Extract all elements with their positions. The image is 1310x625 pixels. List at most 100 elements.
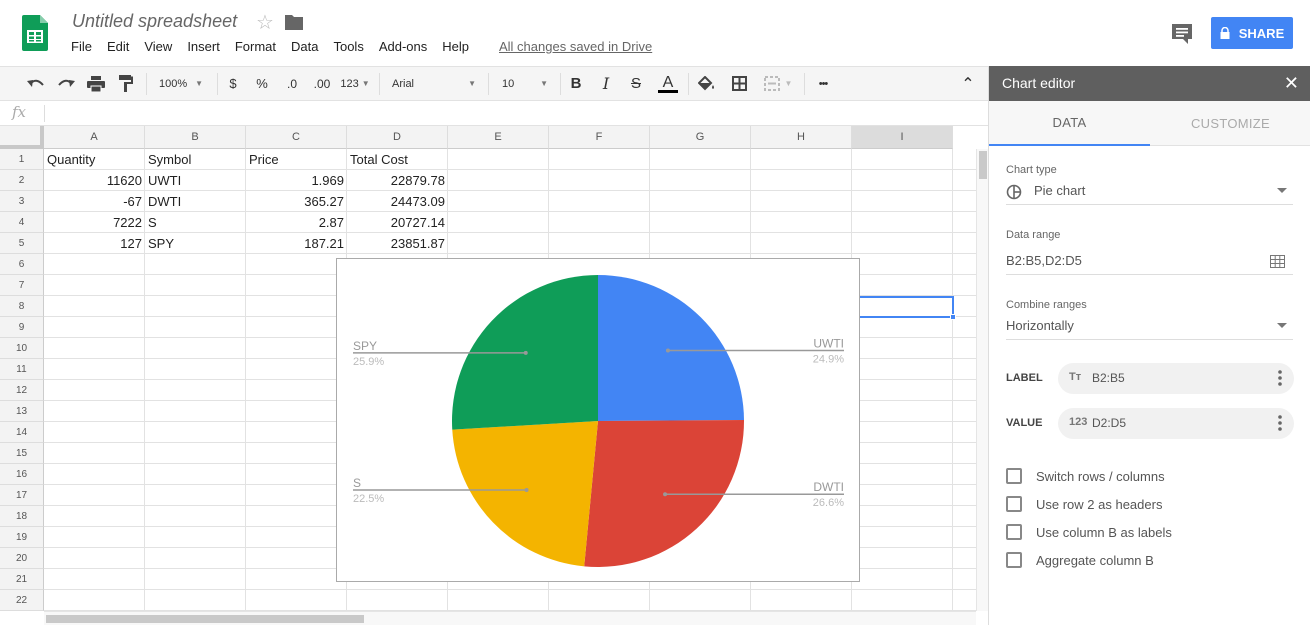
more-formats-button[interactable]: 123 ▼ xyxy=(338,67,372,100)
combine-ranges-select[interactable]: Horizontally xyxy=(1006,314,1293,340)
menu-addons[interactable]: Add-ons xyxy=(379,39,427,54)
label-range-chip[interactable]: Tт B2:B5 xyxy=(1058,363,1294,394)
row-header-13[interactable]: 13 xyxy=(0,401,44,422)
more-vert-icon[interactable] xyxy=(1278,414,1282,432)
redo-icon[interactable] xyxy=(52,67,80,100)
column-header-d[interactable]: D xyxy=(347,126,448,149)
cell-C3[interactable]: 365.27 xyxy=(246,191,347,212)
row-header-1[interactable]: 1 xyxy=(0,149,44,170)
font-size-select[interactable]: 10 ▼ xyxy=(495,67,555,100)
column-header-c[interactable]: C xyxy=(246,126,347,149)
currency-format-button[interactable]: $ xyxy=(222,67,244,100)
row-header-22[interactable]: 22 xyxy=(0,590,44,611)
comment-icon[interactable] xyxy=(1171,23,1193,45)
column-header-b[interactable]: B xyxy=(145,126,246,149)
cell-A5[interactable]: 127 xyxy=(44,233,145,254)
fill-handle[interactable] xyxy=(950,314,956,320)
column-header-f[interactable]: F xyxy=(549,126,650,149)
more-vert-icon[interactable] xyxy=(1278,369,1282,387)
menu-data[interactable]: Data xyxy=(291,39,318,54)
row-header-16[interactable]: 16 xyxy=(0,464,44,485)
select-all-corner[interactable] xyxy=(0,126,44,149)
pie-slice-uwti[interactable] xyxy=(598,275,744,421)
menu-help[interactable]: Help xyxy=(442,39,469,54)
italic-button[interactable]: I xyxy=(595,67,617,100)
checkbox-unchecked-icon[interactable] xyxy=(1006,496,1022,512)
cell-D1[interactable]: Total Cost xyxy=(347,149,411,170)
row-header-6[interactable]: 6 xyxy=(0,254,44,275)
vertical-scrollbar[interactable] xyxy=(976,149,988,611)
cell-B1[interactable]: Symbol xyxy=(145,149,194,170)
row-header-17[interactable]: 17 xyxy=(0,485,44,506)
cell-A4[interactable]: 7222 xyxy=(44,212,145,233)
cell-D4[interactable]: 20727.14 xyxy=(347,212,448,233)
document-title[interactable]: Untitled spreadsheet xyxy=(72,11,237,32)
folder-icon[interactable] xyxy=(285,14,303,30)
menu-edit[interactable]: Edit xyxy=(107,39,129,54)
menu-tools[interactable]: Tools xyxy=(333,39,363,54)
row-header-19[interactable]: 19 xyxy=(0,527,44,548)
more-options-icon[interactable]: ••• xyxy=(810,67,836,100)
paint-format-icon[interactable] xyxy=(112,67,140,100)
row-header-4[interactable]: 4 xyxy=(0,212,44,233)
menu-format[interactable]: Format xyxy=(235,39,276,54)
cell-A2[interactable]: 11620 xyxy=(44,170,145,191)
horizontal-scroll-thumb[interactable] xyxy=(46,615,364,623)
row-header-2[interactable]: 2 xyxy=(0,170,44,191)
row-header-21[interactable]: 21 xyxy=(0,569,44,590)
data-range-input[interactable]: B2:B5,D2:D5 xyxy=(1006,249,1293,275)
cell-D5[interactable]: 23851.87 xyxy=(347,233,448,254)
column-header-i[interactable]: I xyxy=(852,126,953,149)
font-select[interactable]: Arial ▼ xyxy=(386,67,482,100)
menu-file[interactable]: File xyxy=(71,39,92,54)
chart-type-select[interactable]: Pie chart xyxy=(1006,179,1293,205)
row-header-12[interactable]: 12 xyxy=(0,380,44,401)
cell-D3[interactable]: 24473.09 xyxy=(347,191,448,212)
tab-data[interactable]: DATA xyxy=(989,101,1150,146)
strikethrough-button[interactable]: S xyxy=(625,67,647,100)
checkbox-unchecked-icon[interactable] xyxy=(1006,524,1022,540)
menu-insert[interactable]: Insert xyxy=(187,39,220,54)
cell-B2[interactable]: UWTI xyxy=(145,170,184,191)
column-header-h[interactable]: H xyxy=(751,126,852,149)
cell-B3[interactable]: DWTI xyxy=(145,191,184,212)
increase-decimals-button[interactable]: .00 xyxy=(308,67,336,100)
fill-color-icon[interactable] xyxy=(694,67,720,100)
row-header-15[interactable]: 15 xyxy=(0,443,44,464)
borders-icon[interactable] xyxy=(726,67,752,100)
undo-icon[interactable] xyxy=(22,67,50,100)
column-header-a[interactable]: A xyxy=(44,126,145,149)
tab-customize[interactable]: CUSTOMIZE xyxy=(1150,101,1310,146)
percent-format-button[interactable]: % xyxy=(251,67,273,100)
row-header-7[interactable]: 7 xyxy=(0,275,44,296)
grid-select-icon[interactable] xyxy=(1270,255,1285,268)
horizontal-scrollbar[interactable] xyxy=(44,611,976,625)
column-header-e[interactable]: E xyxy=(448,126,549,149)
collapse-toolbar-icon[interactable]: ⌃ xyxy=(956,67,980,100)
sheets-logo-icon[interactable] xyxy=(22,15,48,51)
row-header-10[interactable]: 10 xyxy=(0,338,44,359)
pie-slice-s[interactable] xyxy=(452,421,598,567)
cell-C4[interactable]: 2.87 xyxy=(246,212,347,233)
cell-B5[interactable]: SPY xyxy=(145,233,177,254)
cell-B4[interactable]: S xyxy=(145,212,160,233)
cell-selection[interactable] xyxy=(858,296,954,318)
save-status-link[interactable]: All changes saved in Drive xyxy=(499,39,652,54)
checkbox-unchecked-icon[interactable] xyxy=(1006,468,1022,484)
formula-input[interactable] xyxy=(50,105,980,122)
cell-C2[interactable]: 1.969 xyxy=(246,170,347,191)
print-icon[interactable] xyxy=(82,67,110,100)
bold-button[interactable]: B xyxy=(565,67,587,100)
decrease-decimals-button[interactable]: .0 xyxy=(280,67,304,100)
close-icon[interactable]: ✕ xyxy=(1284,73,1299,94)
cell-C5[interactable]: 187.21 xyxy=(246,233,347,254)
merge-cells-icon[interactable]: ▼ xyxy=(757,67,799,100)
value-range-chip[interactable]: 123 D2:D5 xyxy=(1058,408,1294,439)
row-header-5[interactable]: 5 xyxy=(0,233,44,254)
row-header-8[interactable]: 8 xyxy=(0,296,44,317)
row-header-20[interactable]: 20 xyxy=(0,548,44,569)
row-header-14[interactable]: 14 xyxy=(0,422,44,443)
cell-C1[interactable]: Price xyxy=(246,149,282,170)
checkbox-unchecked-icon[interactable] xyxy=(1006,552,1022,568)
cell-A1[interactable]: Quantity xyxy=(44,149,98,170)
